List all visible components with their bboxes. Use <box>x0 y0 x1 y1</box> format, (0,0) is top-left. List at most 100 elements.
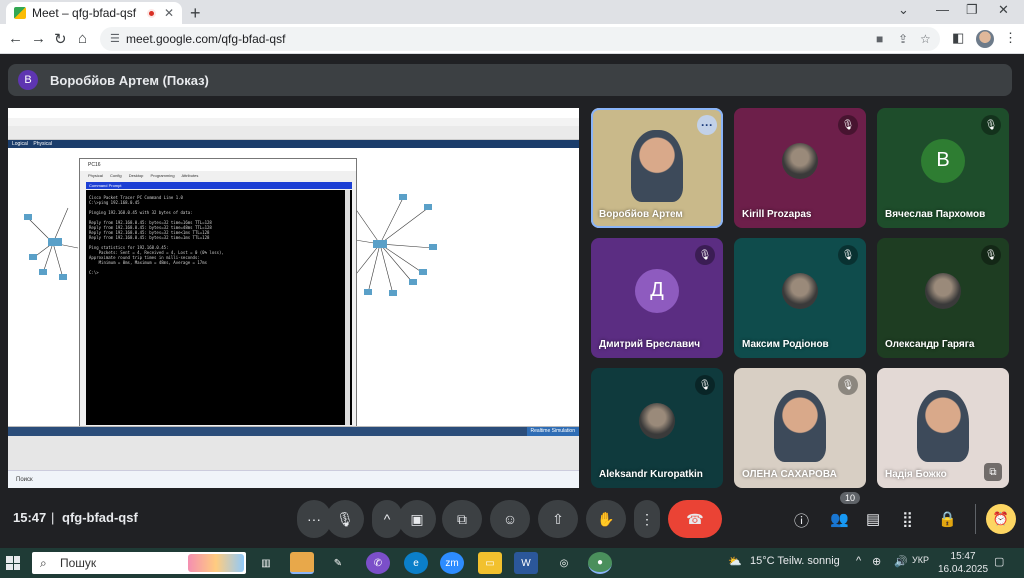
host-controls-icon[interactable]: 🔒 <box>938 510 957 528</box>
terminal-scrollbar[interactable] <box>345 190 350 425</box>
hand-icon: ✋ <box>597 510 615 527</box>
raise-hand-button[interactable]: ✋ <box>586 500 626 538</box>
pip-icon[interactable]: ⧉ <box>984 463 1002 481</box>
participant-count-badge: 10 <box>840 492 861 504</box>
chevron-up-icon: ^ <box>383 511 391 527</box>
share-icon[interactable]: ⇪ <box>898 27 908 51</box>
viber-icon[interactable]: ✆ <box>366 552 390 574</box>
participant-tile[interactable]: Д 🎙 Дмитрий Бреславич <box>591 238 723 358</box>
mic-muted-icon: 🎙 <box>838 115 858 135</box>
windows-taskbar: ⌕ Пошук ▥ ✎ ✆ e zm ▭ W ◎ ● ⛅ 15°C Teilw.… <box>0 548 1024 578</box>
participant-name: Дмитрий Бреславич <box>599 339 701 350</box>
meeting-code: qfg-bfad-qsf <box>62 510 138 525</box>
tab-physical[interactable]: Physical <box>88 173 103 178</box>
camera-icon[interactable]: ■ <box>876 27 883 51</box>
participant-tile[interactable]: 🎙 Aleksandr Kuropatkin <box>591 368 723 488</box>
back-icon[interactable]: ← <box>8 30 23 47</box>
close-tab-icon[interactable]: ✕ <box>164 6 174 20</box>
new-tab-icon[interactable]: + <box>190 3 201 24</box>
window-close-icon[interactable]: ✕ <box>998 2 1009 18</box>
zoom-icon[interactable]: zm <box>440 552 464 574</box>
reactions-button[interactable]: ☺ <box>490 500 530 538</box>
pt-time-bar <box>8 427 579 436</box>
app-icon-orange[interactable] <box>290 552 314 574</box>
app-icon-paint[interactable]: ✎ <box>326 552 350 574</box>
edge-icon[interactable]: e <box>404 552 428 574</box>
tab-search-icon[interactable]: ⌄ <box>898 2 909 18</box>
participant-tile[interactable]: 🎙 Максим Родіонов <box>734 238 866 358</box>
menu-kebab-icon[interactable]: ⋮ <box>1004 30 1017 46</box>
people-icon[interactable]: 👥 <box>830 510 849 528</box>
weather-text[interactable]: 15°C Teilw. sonnig <box>750 555 840 567</box>
timer-button[interactable]: ⏰ <box>986 504 1016 534</box>
logical-tab: Logical <box>12 141 28 147</box>
file-explorer-icon[interactable]: ▭ <box>478 552 502 574</box>
tab-desktop[interactable]: Desktop <box>129 173 144 178</box>
participant-name: Максим Родіонов <box>742 339 829 350</box>
captions-button[interactable]: ⧉ <box>442 500 482 538</box>
participant-name: Вячеслав Пархомов <box>885 209 986 220</box>
task-view-icon[interactable]: ▥ <box>254 552 278 574</box>
reload-icon[interactable]: ↻ <box>54 30 67 48</box>
forward-icon[interactable]: → <box>31 30 46 47</box>
tab-config[interactable]: Config <box>110 173 122 178</box>
bookmark-star-icon[interactable]: ☆ <box>920 27 931 51</box>
shared-windows-taskbar: Поиск <box>8 470 579 488</box>
windows-search-placeholder: Пошук <box>60 556 97 570</box>
leave-call-button[interactable]: ☎ <box>668 500 722 538</box>
tab-programming[interactable]: Programming <box>151 173 175 178</box>
windows-start-icon[interactable] <box>6 556 20 570</box>
pc-dialog-tabs: Physical Config Desktop Programming Attr… <box>80 171 356 180</box>
clock-date: 16.04.2025 <box>938 564 989 575</box>
home-icon[interactable]: ⌂ <box>78 30 87 47</box>
shared-screen[interactable]: Logical Physical PC16 Physical Config De… <box>8 108 579 488</box>
participant-tile[interactable]: 🎙 Олександр Гаряга <box>877 238 1009 358</box>
browser-tab-meet[interactable]: Meet – qfg-bfad-qsf ✕ <box>6 2 182 24</box>
microphone-button[interactable]: 🎙 <box>326 500 364 538</box>
site-info-icon[interactable]: ☰ <box>110 27 120 51</box>
app-icon-packet-tracer[interactable]: ◎ <box>552 552 576 574</box>
camera-button[interactable]: ▣ <box>398 500 436 538</box>
weather-icon[interactable]: ⛅ <box>728 555 742 568</box>
realtime-label[interactable]: Realtime Simulation <box>526 427 579 436</box>
tray-app-icon[interactable]: ⊕ <box>872 555 881 568</box>
participant-tile[interactable]: ··· Воробйов Артем <box>591 108 723 228</box>
presenter-bar: В Воробйов Артем (Показ) <box>8 64 1012 96</box>
chat-icon[interactable]: ▤ <box>866 510 880 528</box>
profile-avatar[interactable] <box>976 30 994 48</box>
mic-muted-icon: 🎙 <box>695 375 715 395</box>
controls-divider <box>975 504 976 534</box>
chrome-icon[interactable]: ● <box>588 552 612 574</box>
camera-off-icon: ▣ <box>410 510 424 527</box>
tile-more-options-icon[interactable]: ··· <box>697 115 717 135</box>
more-options-button[interactable]: ⋮ <box>634 500 660 538</box>
participant-tile[interactable]: ⧉ Надія Божко <box>877 368 1009 488</box>
more-dots-icon: ··· <box>307 511 321 527</box>
tray-chevron-icon[interactable]: ^ <box>856 555 861 567</box>
present-button[interactable]: ⇧ <box>538 500 578 538</box>
windows-search-box[interactable]: ⌕ Пошук <box>32 552 246 574</box>
speaker-icon[interactable]: 🔊 <box>894 555 908 568</box>
system-clock[interactable]: 15:47 16.04.2025 <box>938 550 988 576</box>
participant-tile[interactable]: 🎙 Kirill Prozapas <box>734 108 866 228</box>
microphone-icon: 🎙 <box>336 510 354 527</box>
participant-photo-avatar <box>782 142 818 179</box>
maximize-icon[interactable]: ❐ <box>966 2 978 18</box>
activities-icon[interactable]: ⣿ <box>902 510 913 528</box>
command-prompt-terminal[interactable]: Cisco Packet Tracer PC Command Line 1.0 … <box>86 190 352 425</box>
word-icon[interactable]: W <box>514 552 538 574</box>
pc-dialog-window[interactable]: PC16 Physical Config Desktop Programming… <box>79 158 357 430</box>
shared-taskbar-search: Поиск <box>16 477 33 483</box>
participant-photo-avatar <box>925 272 961 309</box>
browser-tab-bar: Meet – qfg-bfad-qsf ✕ + ⌄ — ❐ ✕ <box>0 0 1024 24</box>
notifications-icon[interactable]: ▢ <box>994 555 1004 568</box>
input-language[interactable]: УКР <box>912 555 929 565</box>
participant-name: Kirill Prozapas <box>742 209 812 220</box>
participant-tile[interactable]: В 🎙 Вячеслав Пархомов <box>877 108 1009 228</box>
tab-attributes[interactable]: Attributes <box>181 173 198 178</box>
meeting-info-icon[interactable]: ⓘ <box>794 510 809 531</box>
participant-tile[interactable]: 🎙 ОЛЕНА САХАРОВА <box>734 368 866 488</box>
address-bar[interactable]: ☰ meet.google.com/qfg-bfad-qsf ■ ⇪ ☆ <box>100 27 940 51</box>
minimize-icon[interactable]: — <box>936 2 949 17</box>
side-panel-icon[interactable]: ◧ <box>952 30 964 46</box>
